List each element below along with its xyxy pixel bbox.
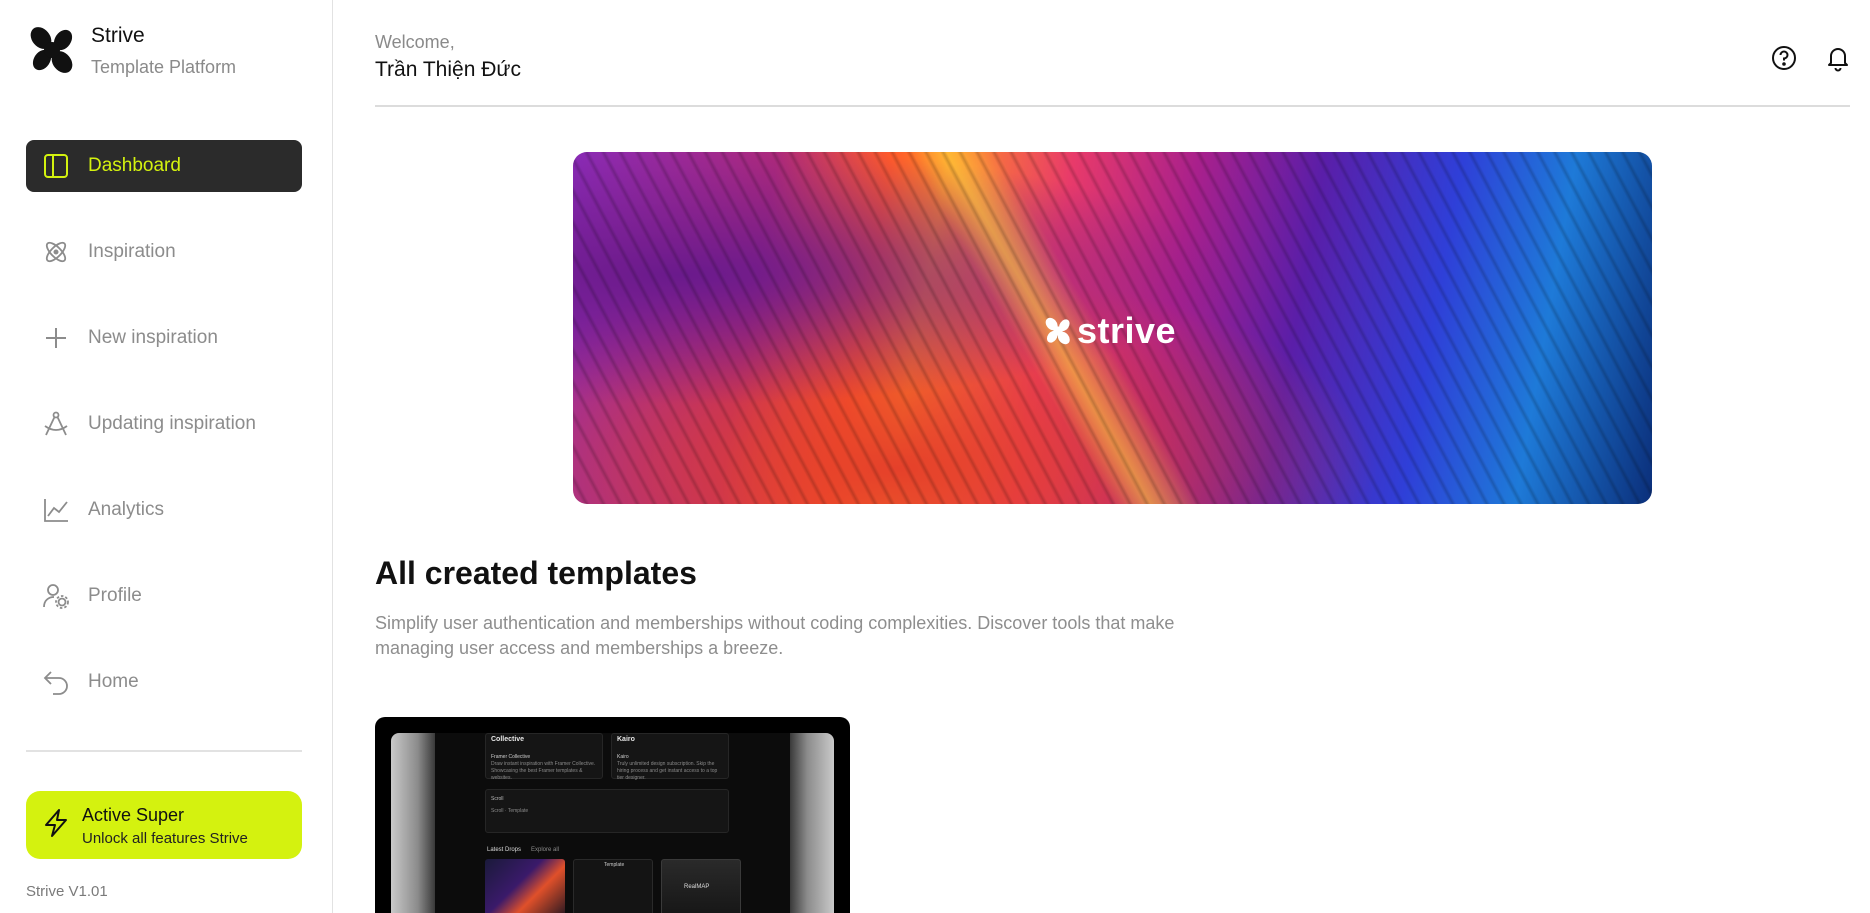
sidebar-item-label: Dashboard (88, 155, 181, 176)
promo-subtitle: Unlock all features Strive (82, 829, 248, 847)
section-title: All created templates (375, 555, 697, 591)
sidebar-item-analytics[interactable]: Analytics (26, 484, 302, 536)
strive-logo-icon (30, 27, 73, 73)
user-name: Trần Thiện Đức (375, 58, 521, 81)
hero-brand-text: strive (1077, 310, 1177, 351)
compass-drafting-icon (42, 410, 70, 438)
preview-card: Kairo Kairo Truly unlimited design subsc… (611, 733, 729, 781)
sidebar-item-profile[interactable]: Profile (26, 570, 302, 622)
sidebar-panel-icon (42, 152, 70, 180)
section-description: Simplify user authentication and members… (375, 613, 1175, 658)
version-label: Strive V1.01 (26, 883, 108, 900)
sidebar-item-label: Analytics (88, 499, 165, 520)
plus-icon (42, 324, 70, 352)
bell-icon[interactable] (1824, 44, 1852, 72)
welcome-label: Welcome, (375, 32, 455, 52)
template-card[interactable]: Collective Framer Collective Draw instan… (375, 717, 850, 913)
sidebar-item-label: New inspiration (88, 327, 218, 348)
brand[interactable]: Strive Template Platform (26, 24, 236, 77)
sidebar: Strive Template Platform Dashboard Inspi… (0, 0, 333, 913)
promo-title: Active Super (82, 804, 185, 825)
sidebar-item-label: Updating inspiration (88, 413, 256, 434)
header-divider (375, 105, 1850, 107)
sidebar-nav: Dashboard Inspiration New inspiration Up… (26, 140, 302, 742)
lightning-icon (42, 808, 70, 843)
user-settings-icon (42, 582, 70, 610)
line-chart-icon (42, 496, 70, 524)
preview-thumb (485, 859, 565, 913)
sidebar-item-home[interactable]: Home (26, 656, 302, 708)
template-screen: Collective Framer Collective Draw instan… (435, 733, 790, 913)
help-icon[interactable] (1770, 44, 1798, 72)
active-super-button[interactable]: Active Super Unlock all features Strive (26, 791, 302, 859)
sidebar-item-label: Home (88, 671, 139, 692)
brand-name: Strive (91, 24, 145, 47)
undo-arrow-icon (42, 668, 70, 696)
strive-logo-icon (1045, 317, 1070, 345)
brand-subtitle: Template Platform (91, 57, 237, 77)
sidebar-item-label: Profile (88, 585, 142, 606)
sidebar-item-inspiration[interactable]: Inspiration (26, 226, 302, 278)
preview-card: Collective Framer Collective Draw instan… (485, 733, 603, 781)
sidebar-item-dashboard[interactable]: Dashboard (26, 140, 302, 192)
atom-icon (42, 238, 70, 266)
hero-banner: strive (573, 152, 1652, 504)
sidebar-item-new-inspiration[interactable]: New inspiration (26, 312, 302, 364)
preview-scroll-card: Scroll Scroll · Template (485, 789, 729, 833)
preview-thumb: RealMAP (661, 859, 741, 913)
sidebar-divider (26, 750, 302, 752)
template-preview: Collective Framer Collective Draw instan… (391, 733, 834, 913)
hero-brand: strive (1043, 310, 1176, 352)
sidebar-item-label: Inspiration (88, 241, 176, 262)
preview-thumb: Template (573, 859, 653, 913)
sidebar-item-updating-inspiration[interactable]: Updating inspiration (26, 398, 302, 450)
